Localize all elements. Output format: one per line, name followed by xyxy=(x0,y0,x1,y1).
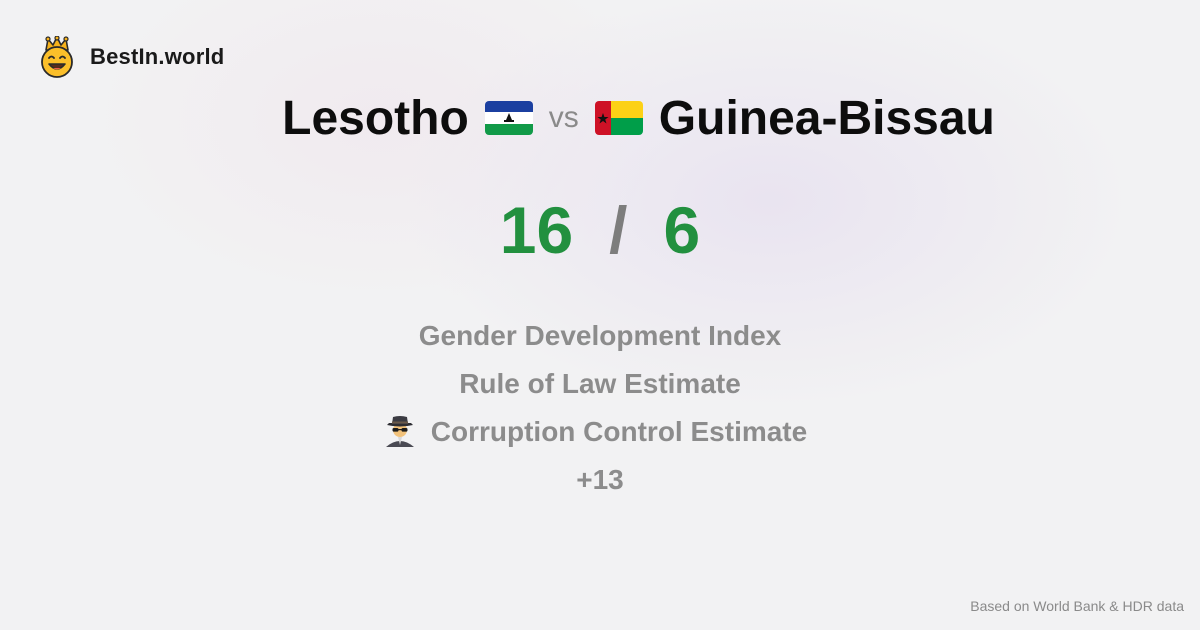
score-separator: / xyxy=(609,193,628,267)
more-metrics-link[interactable]: +13 xyxy=(0,456,1200,504)
metrics-list: Gender Development Index Rule of Law Est… xyxy=(0,312,1200,504)
guinea-bissau-flag-icon xyxy=(594,101,643,135)
metric-item[interactable]: Corruption Control Estimate xyxy=(0,408,1200,456)
metric-label: Gender Development Index xyxy=(418,320,782,351)
brand[interactable]: BestIn.world xyxy=(38,36,224,78)
spy-detective-icon xyxy=(385,416,414,447)
metric-label: Corruption Control Estimate xyxy=(430,416,808,447)
metric-item[interactable]: Rule of Law Estimate xyxy=(0,360,1200,408)
vs-label: vs xyxy=(548,101,579,134)
brand-name: BestIn.world xyxy=(90,44,225,69)
score-country-b: 6 xyxy=(663,193,701,267)
country-b-name[interactable]: Guinea-Bissau xyxy=(659,91,995,146)
score-display: 16 / 6 xyxy=(0,192,1200,268)
metric-label: Rule of Law Estimate xyxy=(459,368,741,399)
more-metrics-count: +13 xyxy=(576,464,624,495)
metric-item[interactable]: Gender Development Index xyxy=(0,312,1200,360)
lesotho-flag-icon xyxy=(484,101,533,135)
smiling-crown-face-icon xyxy=(41,36,73,78)
country-a-name[interactable]: Lesotho xyxy=(282,91,469,146)
comparison-title: Lesotho vs Guinea-Bissau xyxy=(0,86,1200,150)
score-country-a: 16 xyxy=(499,193,574,267)
data-source-note: Based on World Bank & HDR data xyxy=(970,598,1184,614)
